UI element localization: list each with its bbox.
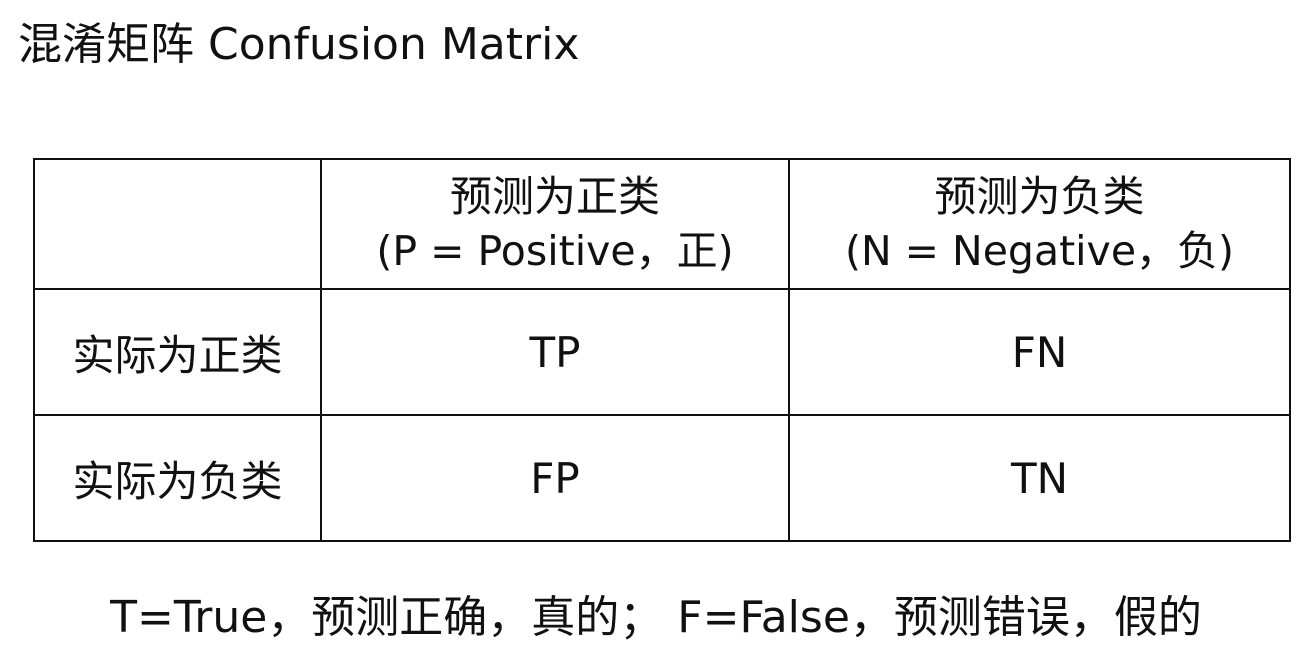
row-header-actual-negative: 实际为负类 <box>33 414 322 542</box>
column-header-line2: (N = Negative，负) <box>844 227 1235 275</box>
table-row-actual-negative: 实际为负类 FP TN <box>33 414 1291 542</box>
column-header-line1: 预测为负类 <box>934 172 1145 221</box>
column-header-predicted-negative: 预测为负类 (N = Negative，负) <box>788 158 1291 290</box>
header-row: 预测为正类 (P = Positive，正) 预测为负类 (N = Negati… <box>33 158 1291 290</box>
column-header-line2: (P = Positive，正) <box>376 227 734 275</box>
confusion-matrix-table: 预测为正类 (P = Positive，正) 预测为负类 (N = Negati… <box>33 158 1291 542</box>
cell-tp: TP <box>320 288 790 416</box>
corner-cell <box>33 158 322 290</box>
column-header-line1: 预测为正类 <box>449 172 660 221</box>
table-row-actual-positive: 实际为正类 TP FN <box>33 288 1291 416</box>
cell-tn: TN <box>788 414 1291 542</box>
legend-note: T=True，预测正确，真的； F=False，预测错误，假的 <box>110 592 1202 643</box>
page-title: 混淆矩阵 Confusion Matrix <box>18 19 580 70</box>
column-header-predicted-positive: 预测为正类 (P = Positive，正) <box>320 158 790 290</box>
cell-fp: FP <box>320 414 790 542</box>
cell-fn: FN <box>788 288 1291 416</box>
row-header-actual-positive: 实际为正类 <box>33 288 322 416</box>
